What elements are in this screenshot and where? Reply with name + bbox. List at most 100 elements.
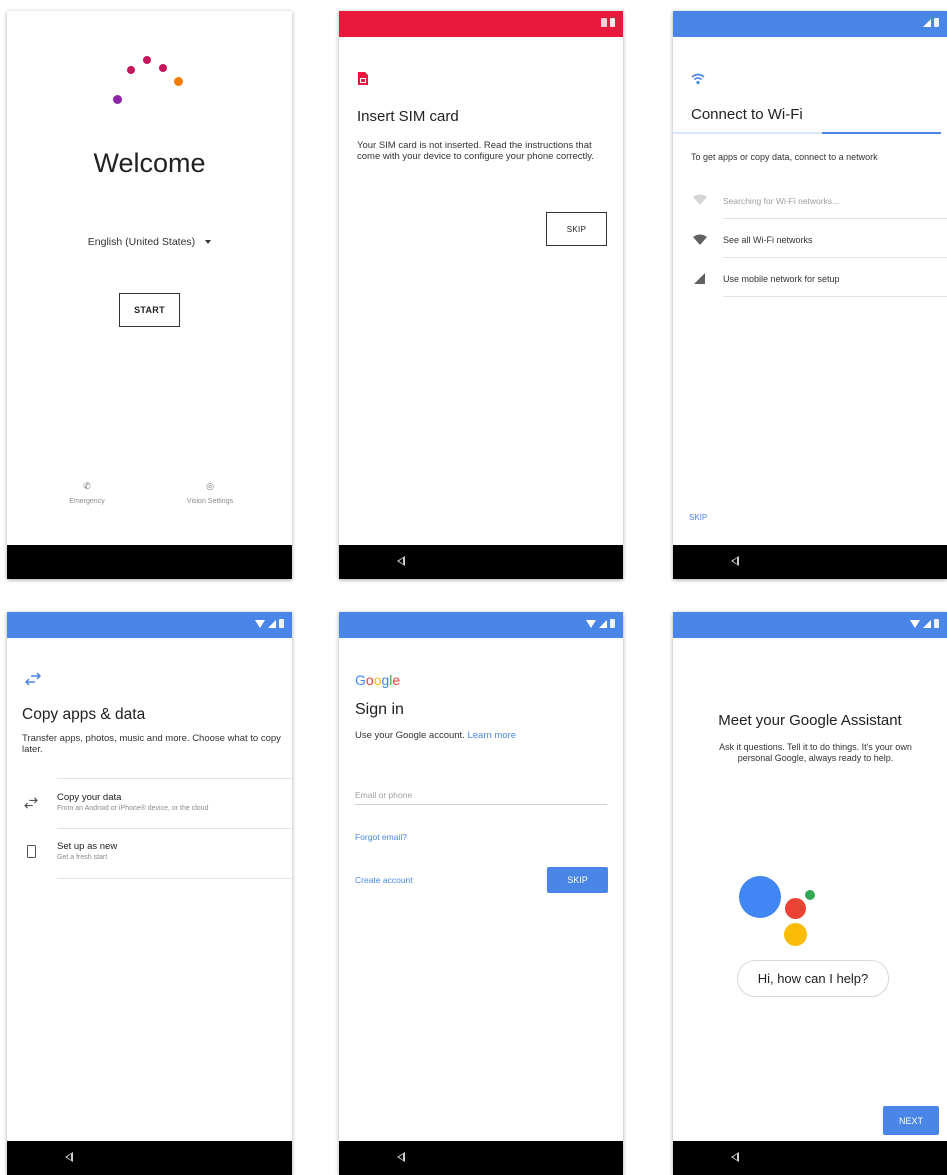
navigation-bar	[673, 1141, 947, 1175]
status-icons	[255, 619, 284, 628]
language-selector[interactable]: English (United States)	[7, 236, 292, 248]
phone-icon: ✆	[83, 481, 91, 491]
google-signin-screen: Google Sign in Use your Google account. …	[339, 612, 623, 1175]
logo-dot	[127, 66, 135, 74]
status-bar	[339, 612, 623, 638]
signal-icon	[923, 619, 931, 628]
eye-icon: ◎	[206, 481, 214, 491]
signin-subtitle-text: Use your Google account.	[355, 730, 465, 741]
back-icon[interactable]	[397, 1152, 405, 1162]
logo-dot	[143, 56, 151, 64]
logo-dot	[174, 77, 183, 86]
sim-title: Insert SIM card	[357, 108, 459, 125]
wifi-icon	[693, 234, 707, 245]
status-icons	[601, 18, 615, 27]
signin-title: Sign in	[355, 701, 404, 718]
vision-settings-button[interactable]: ◎ Vision Settings	[175, 481, 245, 505]
emergency-label: Emergency	[69, 498, 105, 505]
copy-body: Transfer apps, photos, music and more. C…	[22, 733, 281, 755]
copy-your-data-subtitle: From an Android or iPhone® device, or th…	[57, 805, 209, 812]
copy-data-screen: Copy apps & data Transfer apps, photos, …	[7, 612, 292, 1175]
assistant-dot-red	[785, 898, 806, 919]
sim-body: Your SIM card is not inserted. Read the …	[357, 140, 594, 162]
sim-card-icon	[358, 72, 368, 85]
welcome-title: Welcome	[93, 148, 206, 178]
wifi-searching-label: Searching for Wi-Fi networks...	[723, 196, 840, 206]
skip-button[interactable]: SKIP	[546, 212, 607, 246]
battery-icon	[934, 18, 939, 27]
status-bar	[7, 612, 292, 638]
wifi-title: Connect to Wi-Fi	[691, 106, 803, 123]
navigation-bar	[339, 545, 623, 579]
forgot-email-link[interactable]: Forgot email?	[355, 832, 407, 842]
battery-icon	[610, 18, 615, 27]
list-divider	[57, 828, 292, 829]
assistant-dot-yellow	[784, 923, 807, 946]
google-logo: Google	[355, 672, 400, 690]
wifi-status-icon	[255, 619, 265, 628]
battery-icon	[610, 619, 615, 628]
logo-letter: G	[355, 672, 366, 688]
back-icon[interactable]	[731, 1152, 739, 1162]
list-divider	[723, 257, 947, 258]
status-bar	[673, 612, 947, 638]
back-icon[interactable]	[397, 556, 405, 566]
status-bar	[673, 11, 947, 37]
status-icons	[586, 619, 615, 628]
assistant-body: Ask it questions. Tell it to do things. …	[719, 742, 912, 763]
signal-icon	[923, 18, 931, 27]
google-assistant-screen: Meet your Google Assistant Ask it questi…	[673, 612, 947, 1175]
setup-progress-bar	[822, 132, 941, 134]
mobile-network-label: Use mobile network for setup	[723, 274, 840, 284]
create-account-link[interactable]: Create account	[355, 875, 413, 885]
assistant-speech-bubble: Hi, how can I help?	[737, 960, 889, 997]
assistant-title: Meet your Google Assistant	[718, 712, 902, 729]
navigation-bar	[7, 1141, 292, 1175]
logo-letter: o	[365, 672, 374, 688]
sim-status-icon	[601, 18, 607, 27]
skip-button[interactable]: SKIP	[547, 867, 608, 893]
email-input-underline	[355, 804, 607, 805]
skip-link[interactable]: SKIP	[689, 513, 707, 522]
wifi-screen: Connect to Wi-Fi To get apps or copy dat…	[673, 11, 947, 579]
signin-subtitle: Use your Google account. Learn more	[355, 730, 516, 741]
signal-icon	[599, 619, 607, 628]
emergency-button[interactable]: ✆ Emergency	[57, 481, 117, 505]
assistant-dot-blue	[739, 876, 781, 918]
back-icon[interactable]	[65, 1152, 73, 1162]
dropdown-caret-icon	[205, 240, 212, 245]
assistant-dot-green	[805, 890, 815, 900]
wifi-searching-icon	[693, 194, 707, 205]
cell-signal-icon	[694, 273, 705, 284]
insert-sim-screen: Insert SIM card Your SIM card is not ins…	[339, 11, 623, 579]
status-bar	[339, 11, 623, 37]
wifi-subtitle: To get apps or copy data, connect to a n…	[691, 152, 878, 162]
set-up-as-new-subtitle: Get a fresh start	[57, 854, 108, 861]
navigation-bar	[339, 1141, 623, 1175]
list-divider	[57, 778, 292, 779]
welcome-screen: Welcome English (United States) START ✆ …	[7, 11, 292, 579]
navigation-bar	[7, 545, 292, 579]
vision-settings-label: Vision Settings	[186, 498, 234, 505]
copy-your-data-title: Copy your data	[57, 792, 122, 803]
copy-title: Copy apps & data	[22, 706, 146, 723]
list-divider	[57, 878, 292, 879]
email-input[interactable]: Email or phone	[355, 790, 412, 800]
battery-icon	[279, 619, 284, 628]
status-icons	[923, 18, 939, 27]
status-icons	[910, 619, 939, 628]
set-up-as-new-title: Set up as new	[57, 841, 118, 852]
back-icon[interactable]	[731, 556, 739, 566]
transfer-header-icon	[25, 672, 41, 686]
wifi-status-icon	[910, 619, 920, 628]
phone-outline-icon	[27, 845, 36, 858]
transfer-icon	[24, 797, 38, 809]
logo-dot	[159, 64, 167, 72]
list-divider	[723, 296, 947, 297]
start-button[interactable]: START	[119, 293, 180, 327]
learn-more-link[interactable]: Learn more	[467, 730, 516, 741]
logo-dot	[113, 95, 122, 104]
logo-letter: e	[392, 672, 401, 688]
next-button[interactable]: NEXT	[883, 1106, 939, 1135]
signal-icon	[268, 619, 276, 628]
